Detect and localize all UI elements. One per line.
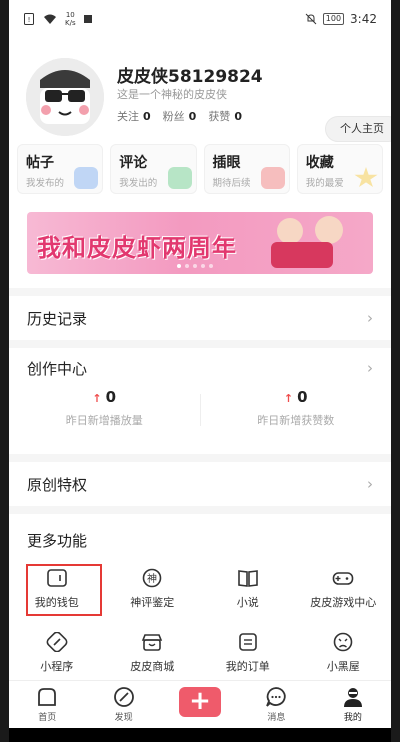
order-icon [238,633,257,651]
favorites-card[interactable]: 收藏 我的最爱 [296,144,383,194]
original-privileges-row[interactable]: 原创特权 › [9,462,391,506]
bottom-tab-bar: 首页 发现 + 消息 我的 [9,680,391,728]
likes-stat[interactable]: 获赞 0 [208,108,242,124]
shop-item[interactable]: 皮皮商城 [105,632,201,682]
message-icon [266,687,287,707]
user-name: 皮皮侠58129824 [117,67,263,87]
wifi-icon [44,14,56,24]
compass-icon [113,687,134,707]
tab-messages[interactable]: 消息 [238,681,314,728]
user-signature: 这是一个神秘的皮皮侠 [117,88,227,101]
tab-home[interactable]: 首页 [9,681,85,728]
user-stats: 关注 0 粉丝 0 获赞 0 [117,108,242,124]
battery-level: 100 [322,13,345,25]
user-icon [343,688,362,707]
status-bar: ! 10 K/s 100 3:42 [9,0,391,38]
more-features-title: 更多功能 [27,532,88,550]
orders-item[interactable]: 我的订单 [200,632,296,682]
comments-card[interactable]: 评论 我发出的 [110,144,197,194]
banner-pagination [177,264,213,268]
novel-item[interactable]: 小说 [200,568,296,618]
homepage-button[interactable]: 个人主页 [325,116,391,142]
profile-header: 皮皮侠58129824 这是一个神秘的皮皮侠 关注 0 粉丝 0 获赞 0 个人主页 [9,38,391,142]
sad-face-icon [333,632,353,652]
creation-center-row[interactable]: 创作中心 › [9,348,391,388]
quick-cards: 帖子 我发布的 评论 我发出的 插眼 期待后续 收藏 我的最爱 [9,138,391,204]
svg-text:神: 神 [147,572,157,585]
shen-review-item[interactable]: 神 神评鉴定 [105,568,201,618]
bookmark-eye-card[interactable]: 插眼 期待后续 [203,144,290,194]
phone-screen: ! 10 K/s 100 3:42 皮皮侠58129824 这是一个神秘的皮皮侠… [9,0,391,742]
tab-mine[interactable]: 我的 [315,681,391,728]
tab-publish[interactable]: + [162,681,238,728]
creation-center: 创作中心 › ↑ 0 昨日新增播放量 ↑ 0 昨日新增获赞数 [9,348,391,454]
system-nav-bar [9,728,391,742]
creation-stats: ↑ 0 昨日新增播放量 ↑ 0 昨日新增获赞数 [9,388,391,428]
shen-badge-icon: 神 [142,568,162,588]
posts-card[interactable]: 帖子 我发布的 [17,144,104,194]
plus-icon: + [179,687,222,717]
svg-text:!: ! [28,16,31,24]
banner-section: 我和皮皮虾两周年 [9,204,391,288]
link-icon [46,632,68,652]
notification-icon [83,15,92,23]
wallet-highlight-box [26,564,102,616]
comments-icon [167,167,192,189]
arrow-up-icon: ↑ [283,392,294,405]
banner-character-icon [315,216,343,244]
mini-program-item[interactable]: 小程序 [9,632,105,682]
banner-text: 我和皮皮虾两周年 [37,234,237,262]
mute-icon [305,13,317,25]
book-icon [237,570,258,587]
plays-stat: ↑ 0 昨日新增播放量 [65,388,143,427]
avatar[interactable] [26,58,104,136]
tab-discover[interactable]: 发现 [85,681,161,728]
gamepad-icon [332,572,354,585]
chevron-right-icon: › [367,475,373,493]
anniversary-banner[interactable]: 我和皮皮虾两周年 [27,212,373,274]
chevron-right-icon: › [367,309,373,327]
shop-icon [142,634,163,651]
banner-character-icon [277,218,303,244]
sim-icon: ! [24,13,34,25]
blackroom-item[interactable]: 小黑屋 [296,632,392,682]
fans-stat[interactable]: 粉丝 0 [163,108,197,124]
home-icon [38,688,57,706]
banner-car-icon [271,242,333,268]
net-speed: 10 K/s [65,11,76,27]
follow-stat[interactable]: 关注 0 [117,108,151,124]
arrow-up-icon: ↑ [92,392,102,405]
camera-icon [260,167,285,189]
game-center-item[interactable]: 皮皮游戏中心 [296,568,392,618]
likes-new-stat: ↑ 0 昨日新增获赞数 [257,388,335,427]
clock: 3:42 [350,12,377,26]
chevron-right-icon: › [367,359,373,377]
posts-icon [74,167,99,189]
history-row[interactable]: 历史记录 › [9,288,391,340]
